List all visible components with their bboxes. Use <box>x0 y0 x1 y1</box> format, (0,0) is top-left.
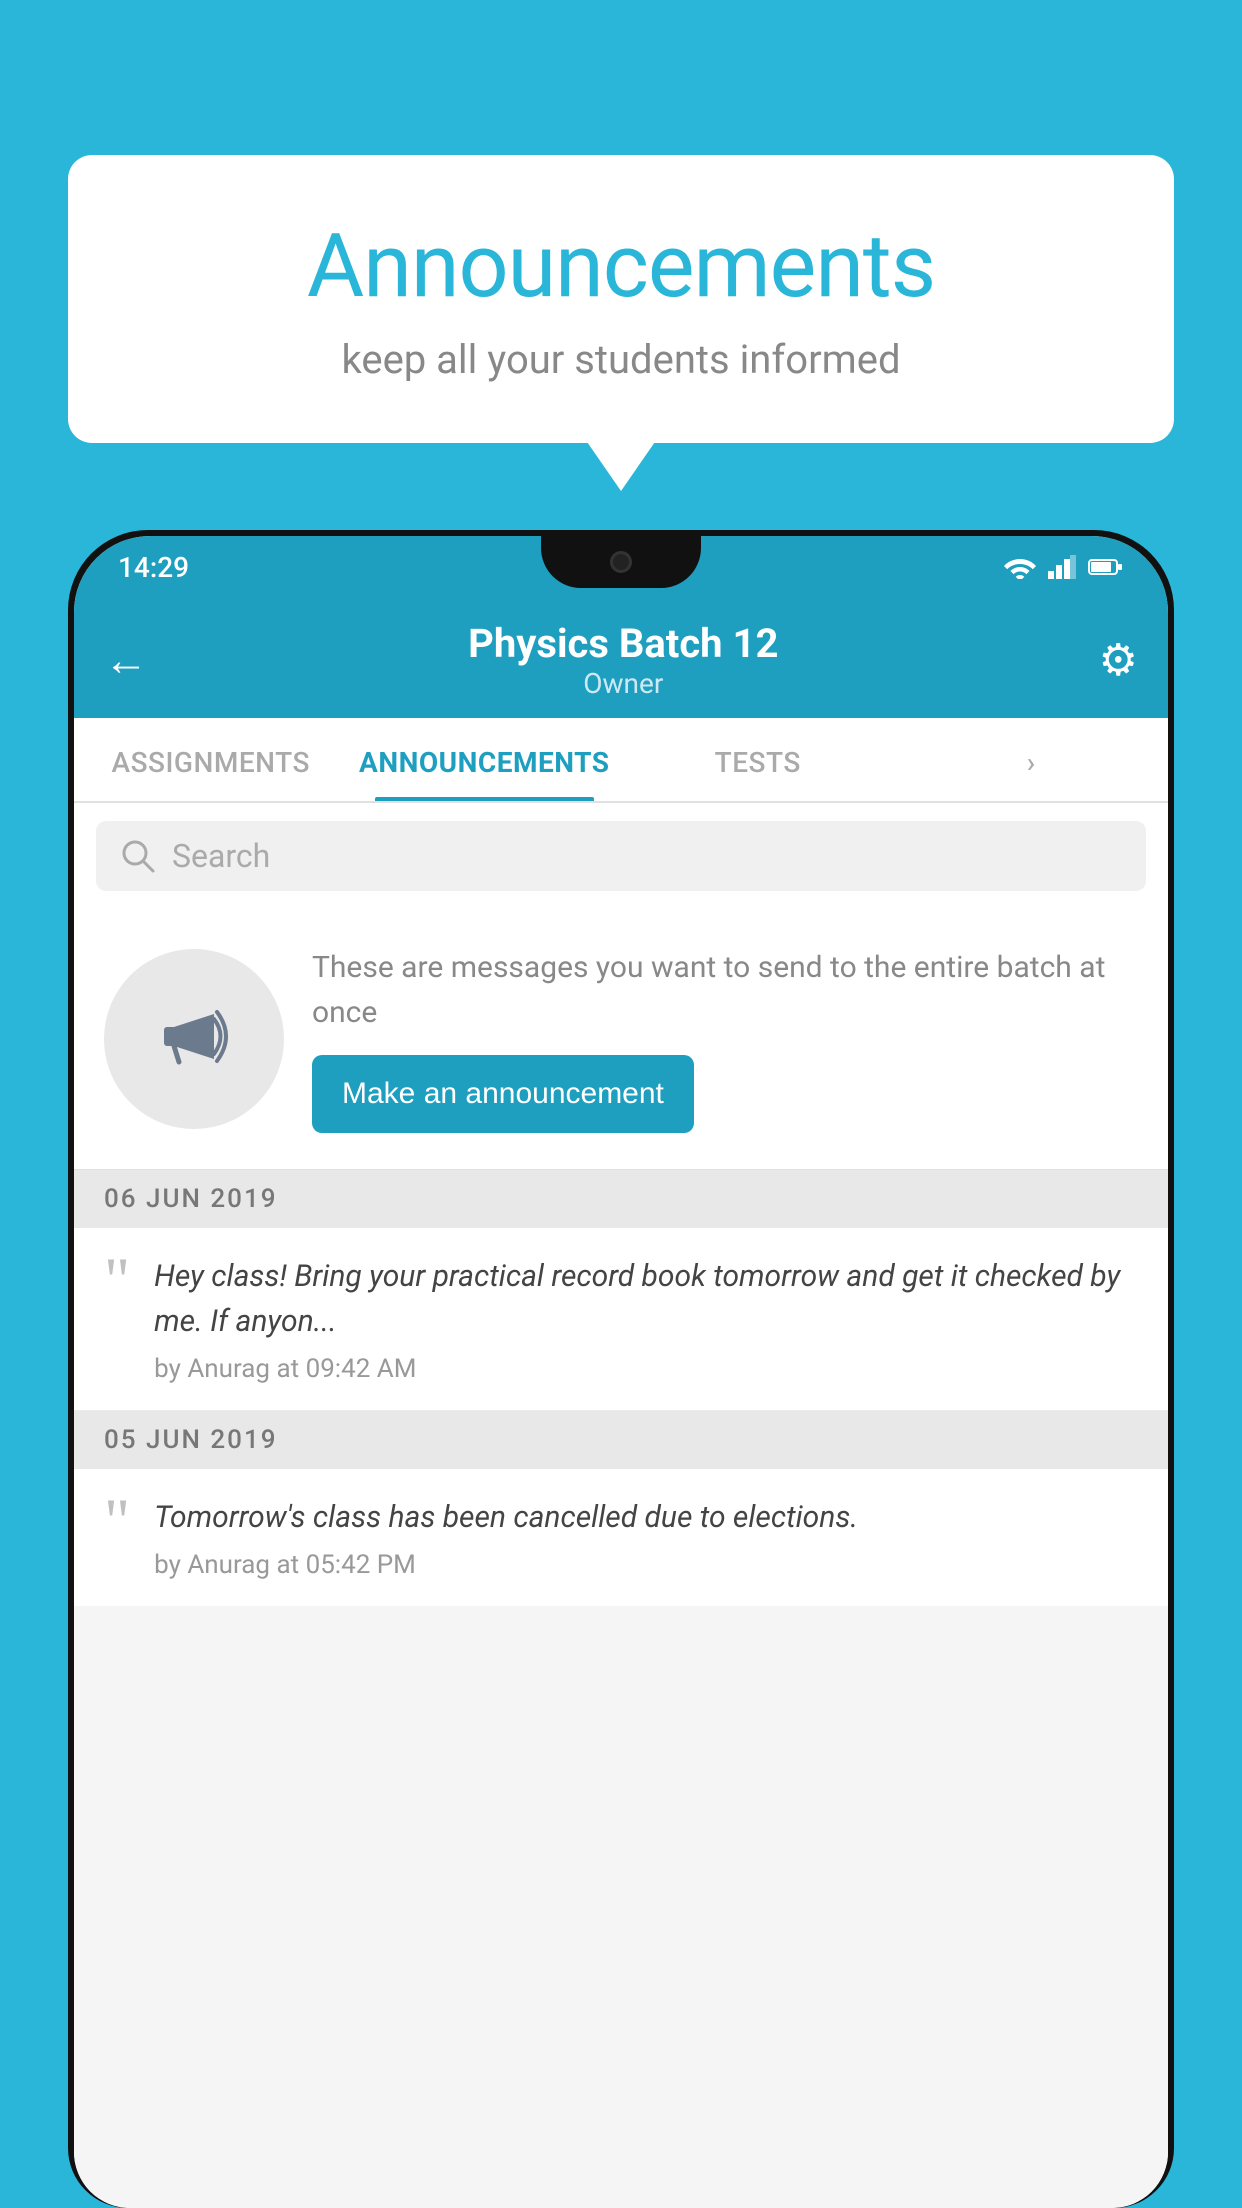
tab-bar: ASSIGNMENTS ANNOUNCEMENTS TESTS › <box>74 718 1168 803</box>
date-label-1: 06 JUN 2019 <box>104 1184 278 1214</box>
announcement-item-1[interactable]: " Hey class! Bring your practical record… <box>74 1228 1168 1411</box>
tab-announcements[interactable]: ANNOUNCEMENTS <box>348 718 622 801</box>
promo-description: These are messages you want to send to t… <box>312 945 1138 1035</box>
search-bar-wrapper: Search <box>74 803 1168 909</box>
date-divider-1: 06 JUN 2019 <box>74 1170 1168 1228</box>
phone-inner: 14:29 <box>74 536 1168 2208</box>
promo-icon-circle <box>104 949 284 1129</box>
date-divider-2: 05 JUN 2019 <box>74 1411 1168 1469</box>
promo-right: These are messages you want to send to t… <box>312 945 1138 1133</box>
tab-assignments[interactable]: ASSIGNMENTS <box>74 718 348 801</box>
promo-block: These are messages you want to send to t… <box>74 909 1168 1170</box>
quote-icon-1: " <box>104 1248 130 1312</box>
camera <box>610 551 632 573</box>
tab-more[interactable]: › <box>895 718 1169 801</box>
bubble-subtitle: keep all your students informed <box>118 336 1124 383</box>
header-title-block: Physics Batch 12 Owner <box>148 620 1099 700</box>
wifi-icon <box>1004 555 1036 579</box>
battery-icon <box>1088 557 1124 577</box>
search-placeholder: Search <box>172 837 270 875</box>
content-area: Search These are messages you want <box>74 803 1168 2208</box>
announcement-item-2[interactable]: " Tomorrow's class has been cancelled du… <box>74 1469 1168 1606</box>
speech-bubble-wrapper: Announcements keep all your students inf… <box>68 155 1174 443</box>
bubble-title: Announcements <box>118 215 1124 318</box>
back-button[interactable]: ← <box>104 634 148 686</box>
search-bar[interactable]: Search <box>96 821 1146 891</box>
make-announcement-button[interactable]: Make an announcement <box>312 1055 694 1133</box>
search-icon <box>120 838 156 874</box>
announcement-text-block-1: Hey class! Bring your practical record b… <box>154 1254 1138 1384</box>
signal-icon <box>1048 555 1076 579</box>
speech-bubble: Announcements keep all your students inf… <box>68 155 1174 443</box>
announcement-message-2: Tomorrow's class has been cancelled due … <box>154 1495 1138 1540</box>
app-header: ← Physics Batch 12 Owner ⚙ <box>74 598 1168 718</box>
header-subtitle: Owner <box>148 667 1099 700</box>
megaphone-icon <box>149 994 239 1084</box>
announcement-text-block-2: Tomorrow's class has been cancelled due … <box>154 1495 1138 1580</box>
status-icons <box>1004 555 1124 579</box>
quote-icon-2: " <box>104 1489 130 1553</box>
announcement-author-1: by Anurag at 09:42 AM <box>154 1354 1138 1384</box>
date-label-2: 05 JUN 2019 <box>104 1425 278 1455</box>
status-time: 14:29 <box>118 551 189 584</box>
settings-button[interactable]: ⚙ <box>1099 634 1138 686</box>
phone-frame: 14:29 <box>68 530 1174 2208</box>
tab-tests[interactable]: TESTS <box>621 718 895 801</box>
announcement-author-2: by Anurag at 05:42 PM <box>154 1550 1138 1580</box>
announcement-message-1: Hey class! Bring your practical record b… <box>154 1254 1138 1344</box>
header-title: Physics Batch 12 <box>148 620 1099 667</box>
phone-notch <box>541 536 701 588</box>
